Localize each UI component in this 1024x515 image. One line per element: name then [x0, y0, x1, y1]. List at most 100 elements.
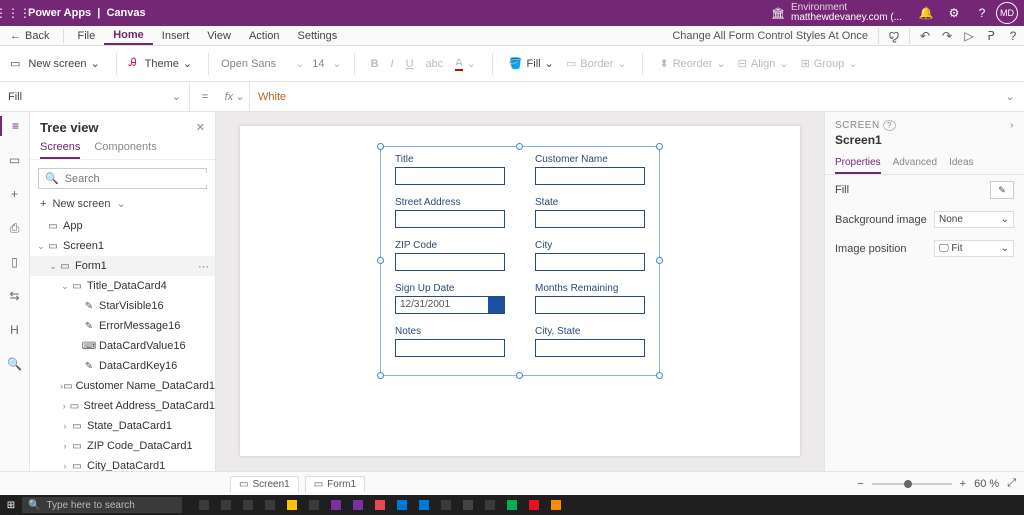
taskbar-app-icon[interactable] [326, 497, 346, 513]
windows-search[interactable]: 🔍 Type here to search [22, 497, 182, 513]
tree-tab-screens[interactable]: Screens [40, 137, 80, 159]
tree-node[interactable]: ›▭City_DataCard1 [30, 456, 215, 471]
prop-bgimg-value[interactable]: None⌄ [934, 211, 1014, 228]
rail-item-3[interactable]: ⎙ [0, 218, 29, 238]
rail-item-1[interactable]: ▭ [0, 150, 29, 170]
zoom-controls[interactable]: − + 60 % ⤢ [857, 477, 1016, 490]
form-field[interactable]: Months Remaining [535, 283, 645, 314]
rail-tree-icon[interactable]: ≡ [0, 116, 29, 136]
tree-search[interactable]: 🔍 [38, 168, 207, 189]
tree-node[interactable]: ⌄▭Screen1 [30, 236, 215, 256]
bell-icon[interactable]: 🔔 [912, 6, 940, 20]
avatar[interactable]: MD [996, 2, 1018, 24]
rail-item-6[interactable]: H [0, 320, 29, 340]
taskbar-app-icon[interactable] [546, 497, 566, 513]
menu-view[interactable]: View [198, 26, 240, 45]
back-button[interactable]: ← Back [0, 30, 59, 42]
tree-node[interactable]: ✎DataCardKey16 [30, 356, 215, 376]
environment-picker[interactable]: 🏛 Environment matthewdevaney.com (... [771, 3, 902, 23]
bold-button[interactable]: B [367, 56, 383, 72]
taskbar-app-icon[interactable] [282, 497, 302, 513]
zoom-slider[interactable] [872, 483, 952, 485]
menu-insert[interactable]: Insert [153, 26, 199, 45]
tree-node[interactable]: ›▭State_DataCard1 [30, 416, 215, 436]
taskbar-app-icon[interactable] [370, 497, 390, 513]
start-button[interactable]: ⊞ [0, 500, 22, 511]
gear-icon[interactable]: ⚙ [940, 6, 968, 20]
form-field[interactable]: Notes [395, 326, 505, 357]
form-field[interactable]: City [535, 240, 645, 271]
reorder-button[interactable]: ⬍ Reorder ⌄ [655, 55, 729, 72]
screen-tab-1[interactable]: ▭ Screen1 [230, 476, 299, 492]
prop-fill-value[interactable]: ✎ [990, 181, 1014, 199]
form-field[interactable]: ZIP Code [395, 240, 505, 271]
taskbar-app-icon[interactable] [260, 497, 280, 513]
tree-node[interactable]: ▭App [30, 216, 215, 236]
taskbar-app-icon[interactable] [502, 497, 522, 513]
formula-input[interactable]: White [250, 91, 996, 103]
tree-node[interactable]: ›▭Street Address_DataCard1 [30, 396, 215, 416]
canvas-area[interactable]: TitleCustomer NameStreet AddressStateZIP… [216, 112, 824, 471]
rail-search-icon[interactable]: 🔍 [0, 354, 29, 374]
taskbar-app-icon[interactable] [216, 497, 236, 513]
taskbar-app-icon[interactable] [392, 497, 412, 513]
share-icon[interactable]: ᕈ [980, 29, 1002, 43]
form-field[interactable]: State [535, 197, 645, 228]
zoom-in-icon[interactable]: + [960, 478, 966, 490]
rtab-ideas[interactable]: Ideas [949, 153, 973, 174]
new-screen-button[interactable]: New screen ⌄ [24, 55, 103, 72]
close-icon[interactable]: ✕ [196, 121, 205, 134]
tree-node[interactable]: ›▭Customer Name_DataCard1 [30, 376, 215, 396]
group-button[interactable]: ⊞ Group ⌄ [797, 55, 862, 72]
taskbar-app-icon[interactable] [436, 497, 456, 513]
form-field[interactable]: City, State [535, 326, 645, 357]
chevron-right-icon[interactable]: › [1010, 120, 1014, 131]
rail-item-4[interactable]: ▯ [0, 252, 29, 272]
taskbar-app-icon[interactable] [348, 497, 368, 513]
align-button[interactable]: ⊟ Align ⌄ [734, 55, 793, 72]
prop-imgpos-value[interactable]: 🖵 Fit⌄ [934, 240, 1014, 257]
menu-action[interactable]: Action [240, 26, 289, 45]
rtab-advanced[interactable]: Advanced [893, 153, 937, 174]
form-field[interactable]: Title [395, 154, 505, 185]
border-button[interactable]: ▭ Border ⌄ [562, 55, 631, 72]
fontcolor-button[interactable]: A ⌄ [451, 55, 480, 73]
taskbar-app-icon[interactable] [458, 497, 478, 513]
menu-home[interactable]: Home [104, 26, 153, 45]
tree-new-screen[interactable]: + New screen ⌄ [30, 193, 215, 214]
help2-icon[interactable]: ? [1002, 29, 1024, 43]
tree-node[interactable]: ⌄▭Form1⋯ [30, 256, 215, 276]
taskbar-app-icon[interactable] [238, 497, 258, 513]
underline-button[interactable]: U [402, 56, 418, 72]
form-field[interactable]: Customer Name [535, 154, 645, 185]
tree-node[interactable]: ✎ErrorMessage16 [30, 316, 215, 336]
formula-expand-icon[interactable]: ⌄ [996, 90, 1024, 103]
app-launcher-icon[interactable]: ⋮⋮⋮ [0, 6, 26, 20]
taskbar-app-icon[interactable] [524, 497, 544, 513]
taskbar-app-icon[interactable] [480, 497, 500, 513]
tree-tab-components[interactable]: Components [94, 137, 156, 159]
zoom-out-icon[interactable]: − [857, 478, 863, 490]
rail-item-2[interactable]: + [0, 184, 29, 204]
menu-settings[interactable]: Settings [289, 26, 347, 45]
rtab-properties[interactable]: Properties [835, 153, 881, 174]
strike-button[interactable]: abc [422, 56, 448, 72]
help-icon[interactable]: ? [968, 6, 996, 20]
tree-node[interactable]: ⌄▭Title_DataCard4 [30, 276, 215, 296]
tree-search-input[interactable] [65, 173, 207, 185]
taskbar-app-icon[interactable] [414, 497, 434, 513]
fill-button[interactable]: 🪣 Fill ⌄ [505, 55, 558, 72]
property-select[interactable]: Fill⌄ [0, 82, 190, 111]
form-field[interactable]: Sign Up Date12/31/2001 [395, 283, 505, 314]
redo-icon[interactable]: ↷ [936, 29, 958, 43]
tree-node[interactable]: ›▭ZIP Code_DataCard1 [30, 436, 215, 456]
tree-node[interactable]: ✎StarVisible16 [30, 296, 215, 316]
font-input[interactable] [221, 58, 291, 70]
play-icon[interactable]: ▷ [958, 29, 980, 43]
theme-button[interactable]: Theme ⌄ [141, 55, 196, 72]
canvas-screen[interactable]: TitleCustomer NameStreet AddressStateZIP… [240, 126, 800, 456]
fontsize-input[interactable] [308, 58, 328, 70]
undo-icon[interactable]: ↶ [914, 29, 936, 43]
rail-item-5[interactable]: ⇆ [0, 286, 29, 306]
checker-icon[interactable]: ꨄ [883, 27, 905, 44]
